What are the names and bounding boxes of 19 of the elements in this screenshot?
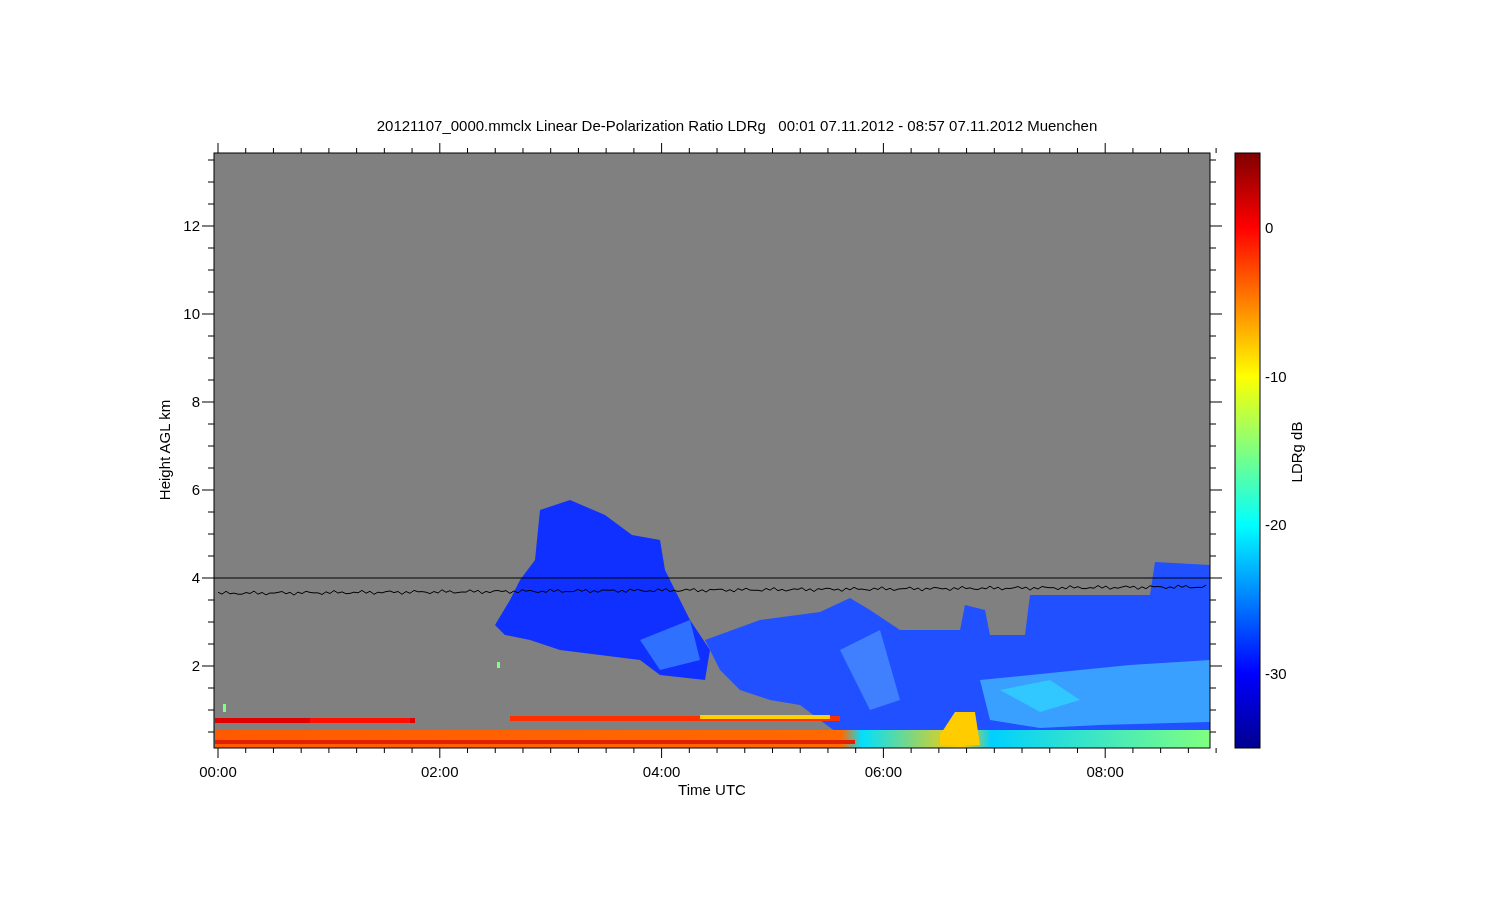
x-tick-label: 06:00 [864,763,903,780]
colorbar-tick-label: -30 [1265,665,1287,683]
y-tick-label: 12 [183,217,200,234]
x-tick-label: 02:00 [421,763,459,780]
x-axis-label: Time UTC [678,781,746,798]
y-axis-label: Height AGL km [156,399,173,501]
x-tick-label: 00:00 [199,763,237,780]
x-tick-label: 04:00 [642,763,681,780]
x-tick-label: 08:00 [1086,763,1124,780]
colorbar-tick-label: 0 [1265,219,1274,236]
colorbar-tick-label: -10 [1265,367,1287,385]
y-tick-label: 8 [191,393,200,410]
colorbar-label: LDRg dB [1288,421,1305,483]
y-tick-label: 10 [183,305,200,322]
colorbar-tick-label: -20 [1265,516,1287,534]
y-tick-label: 2 [191,657,200,674]
y-tick-label: 6 [191,481,200,498]
y-tick-label: 4 [191,569,200,586]
chart-title: 20121107_0000.mmclx Linear De-Polarization Ratio LDRg 00:01 07.11.2012 - 08:57 07.11.2012 Muenchen [376,117,1098,134]
